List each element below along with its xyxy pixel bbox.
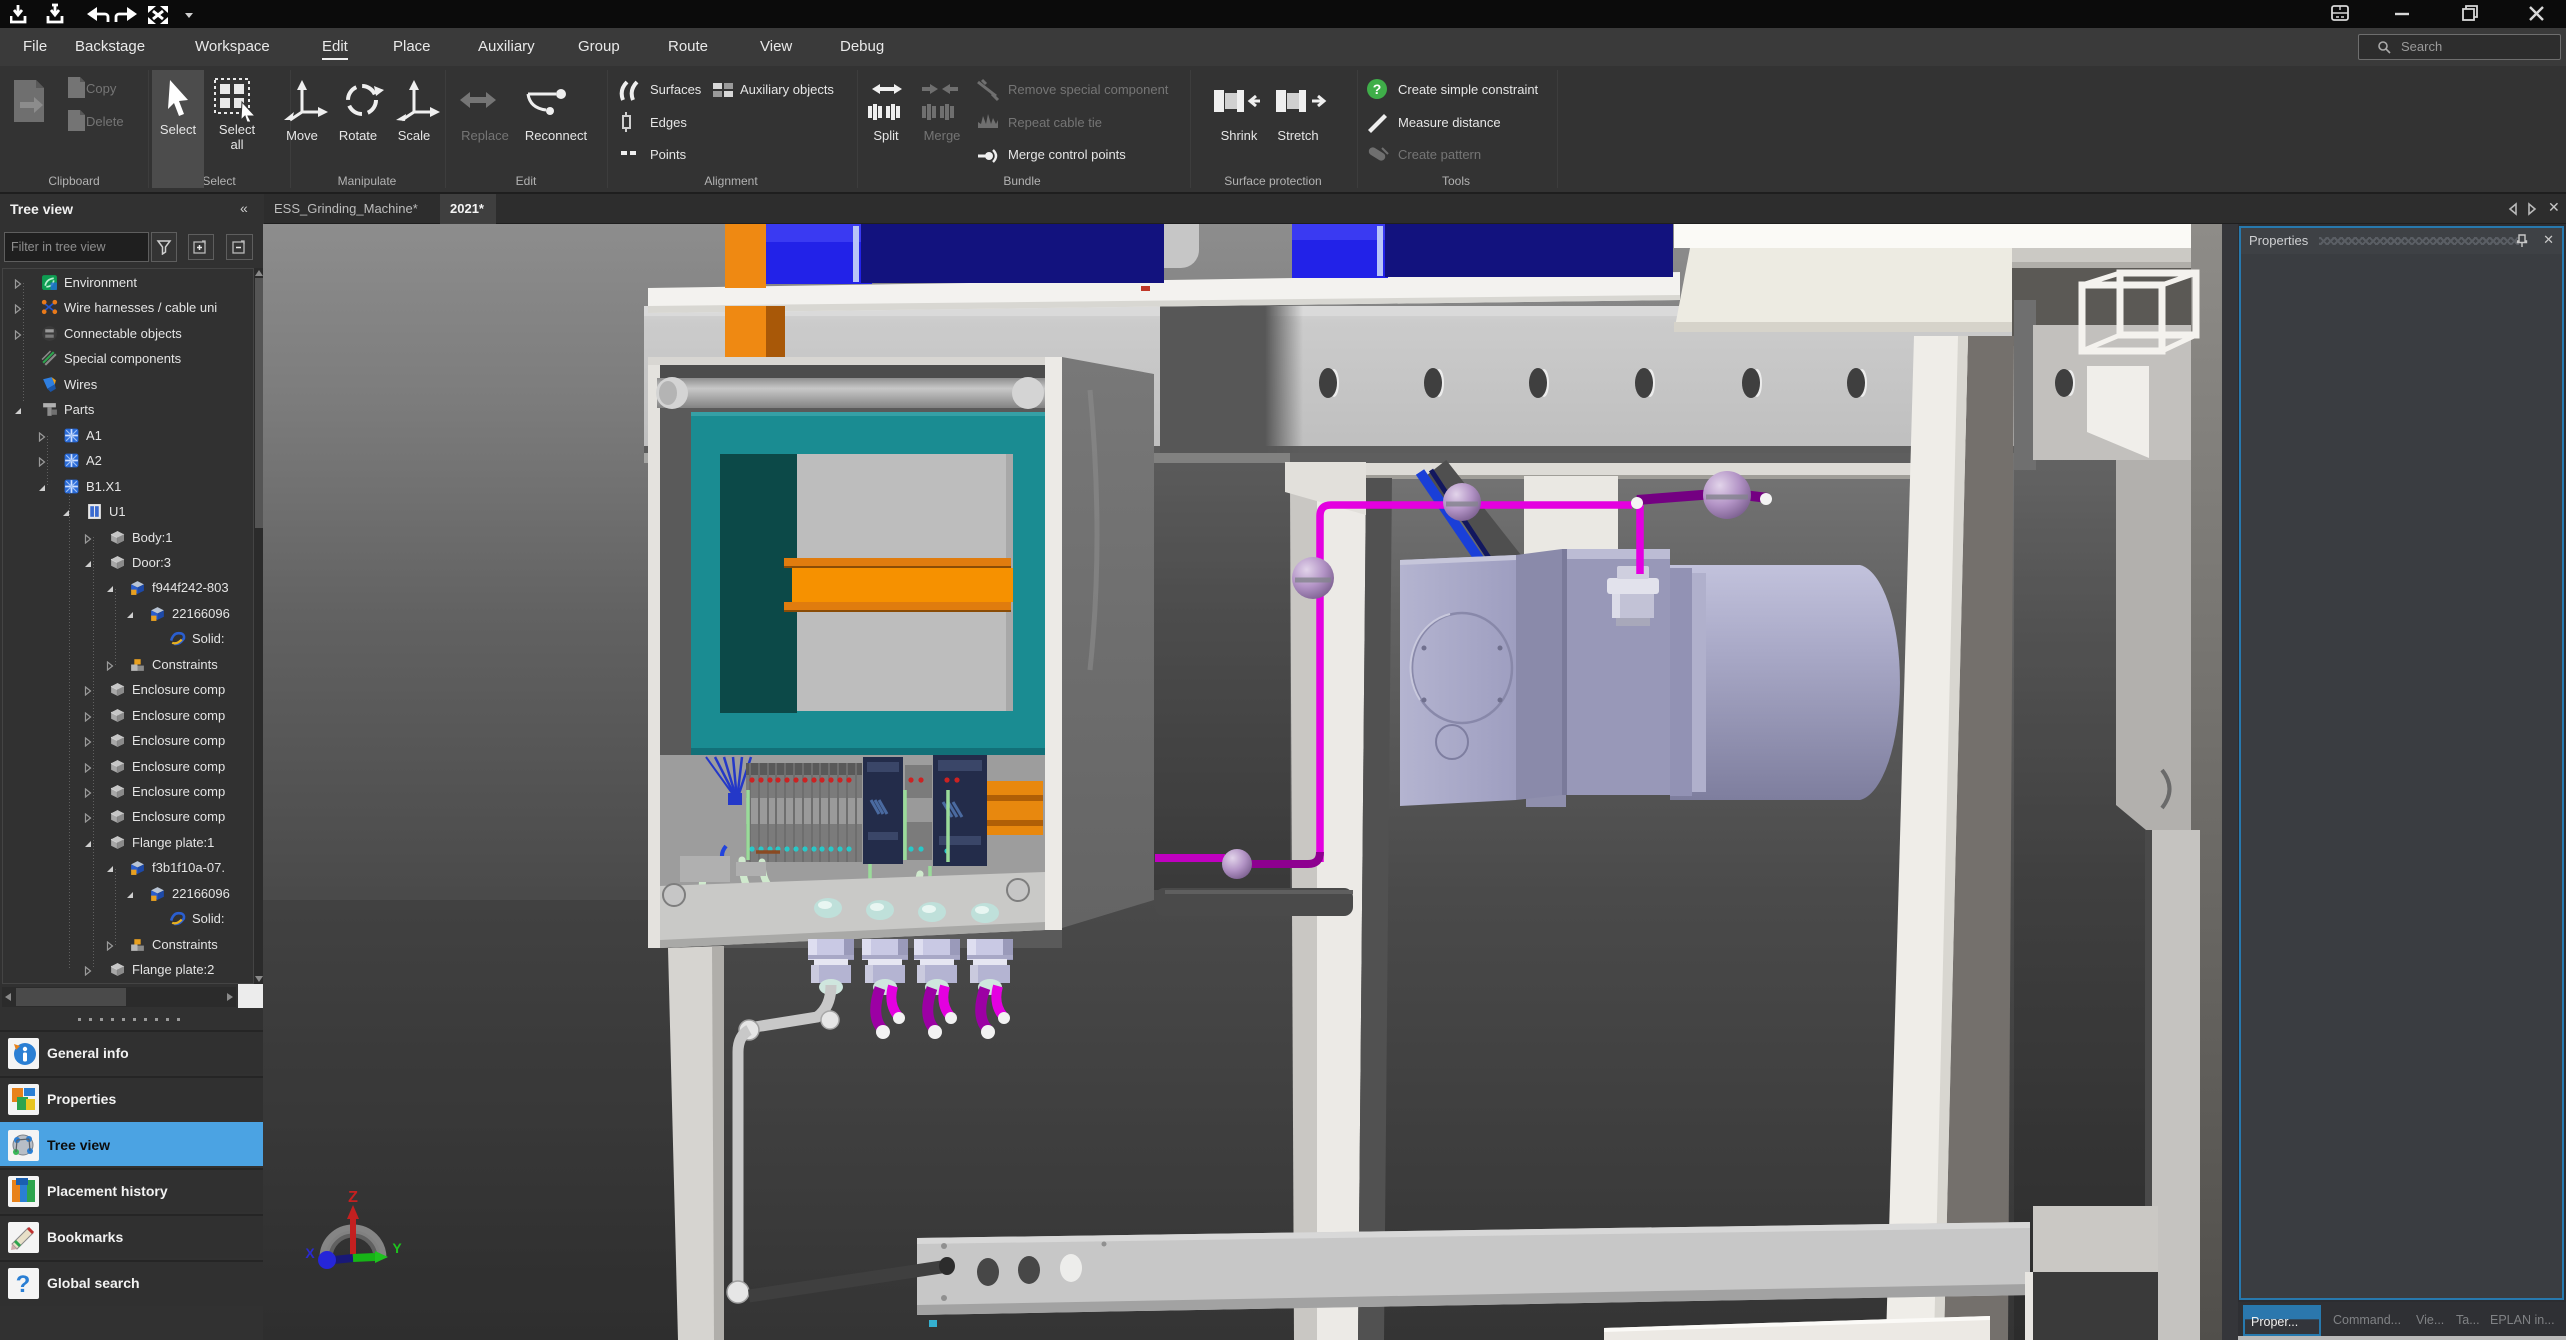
svg-text:Z: Z (348, 1189, 358, 1206)
svg-text:X: X (305, 1245, 315, 1261)
svg-text:Y: Y (392, 1240, 402, 1256)
svg-text:?: ? (1373, 81, 1382, 97)
svg-text:?: ? (16, 1271, 31, 1298)
